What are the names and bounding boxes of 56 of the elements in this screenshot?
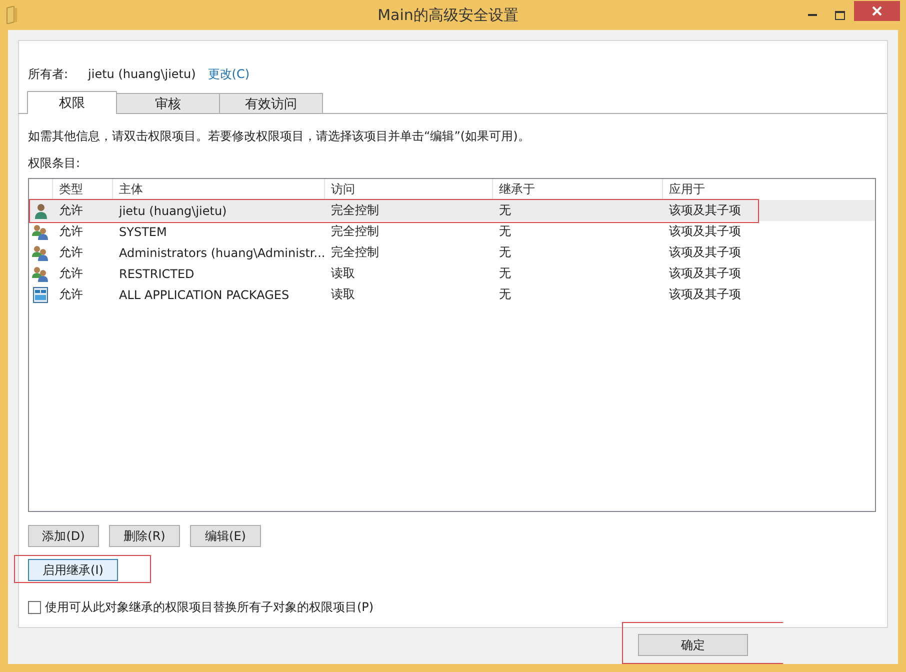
owner-value: jietu (huang\jietu) xyxy=(88,67,196,81)
table-cell-text: 完全控制 xyxy=(330,244,380,261)
table-cell-text: 允许 xyxy=(58,265,84,282)
table-cell-text: 读取 xyxy=(330,265,356,282)
maximize-icon xyxy=(835,10,845,20)
folder-icon xyxy=(6,6,18,24)
table-cell-text: 该项及其子项 xyxy=(668,286,742,303)
change-owner-link[interactable]: 更改(C) xyxy=(208,66,250,82)
table-cell-text: jietu (huang\jietu) xyxy=(118,204,228,218)
list-label: 权限条目: xyxy=(28,155,82,172)
table-cell-text: 无 xyxy=(498,244,512,261)
tab[interactable]: 审核 xyxy=(116,93,220,114)
tab[interactable]: 有效访问 xyxy=(219,93,323,114)
user-icon xyxy=(34,202,48,218)
table-cell-text: 该项及其子项 xyxy=(668,244,742,261)
table-cell-text: SYSTEM xyxy=(118,224,168,238)
users-icon xyxy=(32,266,49,282)
table-cell-text: 允许 xyxy=(58,202,84,219)
replace-checkbox[interactable] xyxy=(28,601,41,614)
action-button[interactable]: 添加(D) xyxy=(28,525,99,547)
enable-inheritance-button[interactable]: 启用继承(I) xyxy=(28,559,118,581)
table-cell-text: ALL APPLICATION PACKAGES xyxy=(118,288,290,302)
info-text: 如需其他信息，请双击权限项目。若要修改权限项目，请选择该项目并单击“编辑”(如果可用)。 xyxy=(28,128,531,145)
app-packages-icon xyxy=(33,286,48,302)
table-cell-text: 该项及其子项 xyxy=(668,202,742,219)
permission-row[interactable]: 允许 Administrators (huang\Administr... 完全控制 无 该项及其子项 xyxy=(29,242,875,263)
minimize-icon xyxy=(808,14,816,16)
users-icon xyxy=(32,244,49,260)
table-cell-text: 允许 xyxy=(58,223,84,240)
close-icon xyxy=(872,6,882,16)
table-cell-text: 无 xyxy=(498,202,512,219)
table-cell-text: 该项及其子项 xyxy=(668,265,742,282)
permission-row[interactable]: 允许 jietu (huang\jietu) 完全控制 无 该项及其子项 xyxy=(29,200,875,221)
table-cell-text: 允许 xyxy=(58,244,84,261)
ok-button[interactable]: 确定 xyxy=(638,634,748,656)
permission-row[interactable]: 允许 ALL APPLICATION PACKAGES 读取 无 该项及其子项 xyxy=(29,284,875,305)
tab[interactable]: 权限 xyxy=(27,91,117,114)
table-cell-text: 无 xyxy=(498,223,512,240)
table-cell-text: 完全控制 xyxy=(330,223,380,240)
close-button[interactable] xyxy=(854,1,900,21)
table-cell-text: 读取 xyxy=(330,286,356,303)
owner-label: 所有者: xyxy=(28,66,68,82)
permission-row[interactable]: 允许 RESTRICTED 读取 无 该项及其子项 xyxy=(29,263,875,284)
table-cell-text: 该项及其子项 xyxy=(668,223,742,240)
table-cell-text: Administrators (huang\Administr... xyxy=(118,246,324,260)
permission-row[interactable]: 允许 SYSTEM 完全控制 无 该项及其子项 xyxy=(29,221,875,242)
table-cell-text: 完全控制 xyxy=(330,202,380,219)
table-cell-text: 无 xyxy=(498,286,512,303)
action-button[interactable]: 编辑(E) xyxy=(190,525,261,547)
action-button[interactable]: 删除(R) xyxy=(109,525,180,547)
users-icon xyxy=(32,224,49,240)
window-title: Main的高级安全设置 xyxy=(376,6,520,24)
checkbox-label: 使用可从此对象继承的权限项目替换所有子对象的权限项目(P) xyxy=(45,599,374,616)
table-cell-text: 允许 xyxy=(58,286,84,303)
table-cell-text: RESTRICTED xyxy=(118,266,196,280)
table-cell-text: 无 xyxy=(498,265,512,282)
